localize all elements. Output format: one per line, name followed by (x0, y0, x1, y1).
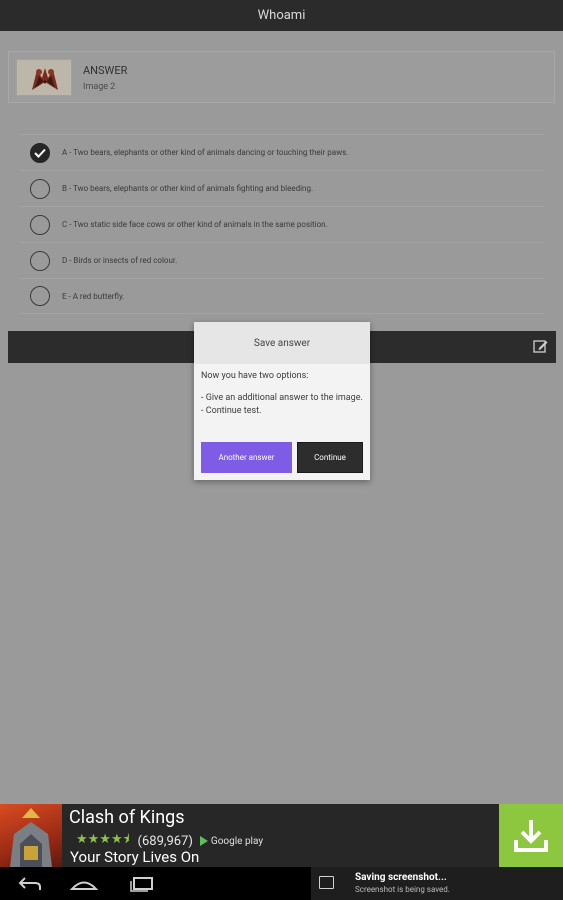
google-play-badge: Google play (199, 835, 264, 847)
download-button[interactable] (499, 804, 563, 867)
app-title-bar: Whoami (0, 0, 563, 31)
ad-title[interactable]: Clash of Kings (69, 807, 185, 828)
notification-title: Saving screenshot... (355, 872, 447, 883)
app-title: Whoami (257, 8, 306, 23)
save-answer-dialog: Save answer Now you have two options: - … (194, 322, 370, 480)
option-b[interactable]: B - Two bears, elephants or other kind o… (20, 170, 544, 206)
option-a[interactable]: A - Two bears, elephants or other kind o… (20, 134, 544, 170)
radio-checked-icon[interactable] (30, 142, 50, 163)
radio-unchecked-icon[interactable] (30, 214, 50, 235)
edit-icon[interactable] (533, 339, 548, 354)
ad-tagline: Your Story Lives On (70, 848, 200, 866)
option-d[interactable]: D - Birds or insects of red colour. (20, 242, 544, 278)
continue-button[interactable]: Continue (297, 442, 363, 473)
option-label: B - Two bears, elephants or other kind o… (62, 184, 314, 193)
radio-unchecked-icon[interactable] (30, 286, 50, 306)
another-answer-button[interactable]: Another answer (201, 442, 292, 473)
dialog-body: Now you have two options: - Give an addi… (194, 364, 370, 418)
review-count: (689,967) (137, 833, 193, 849)
option-label: C - Two static side face cows or other k… (62, 220, 328, 229)
dialog-intro: Now you have two options: (201, 371, 309, 381)
recent-apps-icon[interactable] (128, 876, 156, 892)
clash-of-kings-app-icon[interactable] (0, 804, 62, 867)
option-label: D - Birds or insects of red colour. (62, 256, 178, 265)
option-label: A - Two bears, elephants or other kind o… (62, 148, 349, 157)
dialog-option-2: - Continue test. (201, 406, 262, 416)
home-icon[interactable] (70, 876, 98, 892)
option-e[interactable]: E - A red butterfly. (20, 278, 544, 314)
option-c[interactable]: C - Two static side face cows or other k… (20, 206, 544, 242)
ad-banner[interactable]: Clash of Kings ★★★★⯨ (689,967) Google pl… (0, 804, 563, 867)
radio-unchecked-icon[interactable] (30, 250, 50, 271)
back-icon[interactable] (17, 876, 43, 892)
answer-card: ANSWER Image 2 (8, 51, 555, 103)
radio-unchecked-icon[interactable] (30, 178, 50, 199)
screenshot-notification[interactable]: Saving screenshot... Screenshot is being… (311, 867, 563, 900)
answer-image-thumbnail (16, 59, 72, 96)
notification-subtitle: Screenshot is being saved. (355, 885, 450, 894)
dialog-option-1: - Give an additional answer to the image… (201, 393, 363, 403)
dialog-title: Save answer (194, 322, 370, 364)
google-play-icon (199, 836, 208, 846)
option-label: E - A red butterfly. (62, 291, 125, 301)
google-play-label: Google play (210, 835, 264, 847)
download-icon (514, 819, 548, 852)
dialog-buttons: Another answer Continue (201, 442, 363, 474)
answer-title: ANSWER (83, 64, 128, 77)
image-icon (319, 876, 334, 889)
answer-subtitle: Image 2 (83, 82, 116, 92)
answer-options-list: A - Two bears, elephants or other kind o… (20, 134, 544, 314)
